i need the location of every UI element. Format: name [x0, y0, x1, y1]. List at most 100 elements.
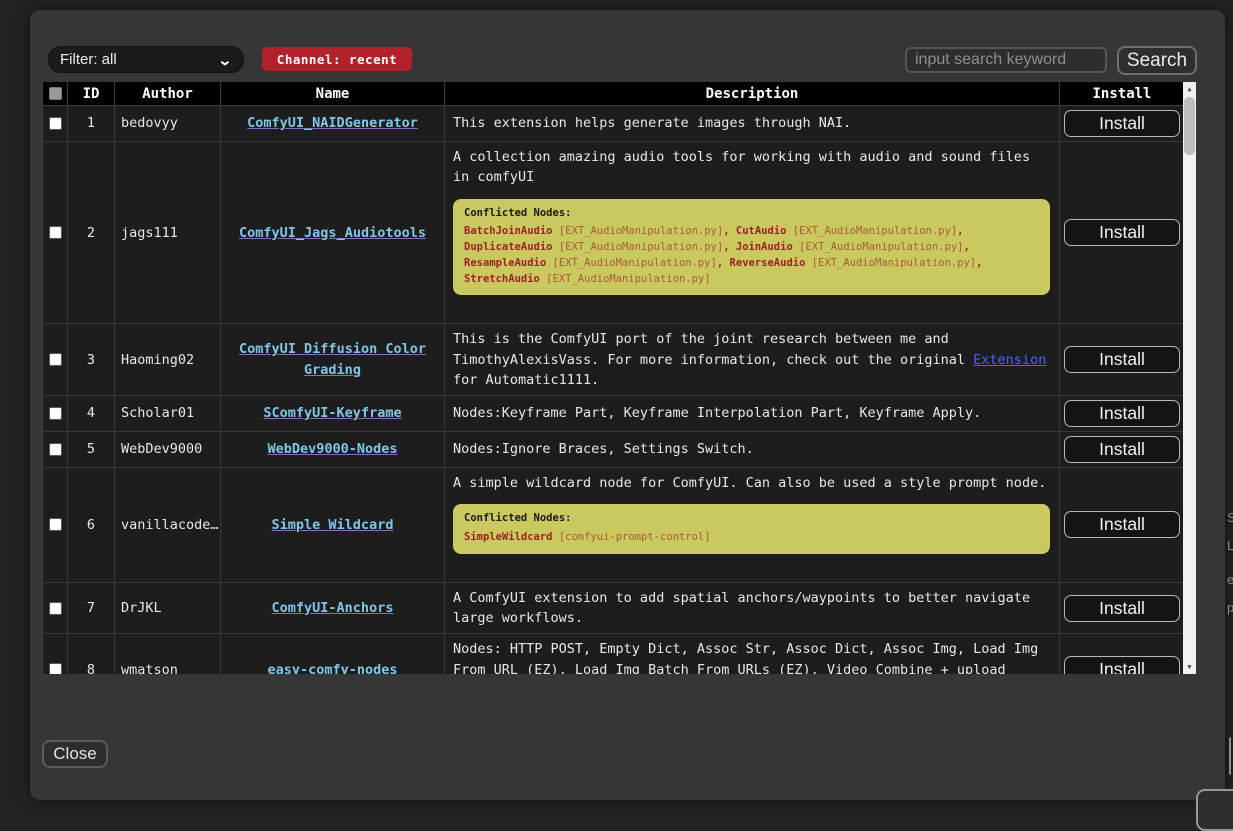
row-checkbox[interactable]	[49, 443, 62, 456]
description-text: This extension helps generate images thr…	[453, 113, 1051, 133]
description-text: Nodes:Ignore Braces, Settings Switch.	[453, 439, 1051, 459]
row-install-cell: Install	[1060, 106, 1184, 142]
row-description: A collection amazing audio tools for wor…	[445, 142, 1060, 324]
conflicted-nodes-list: SimpleWildcard [comfyui-prompt-control]	[464, 530, 1039, 546]
row-checkbox-cell	[43, 468, 68, 583]
row-name-cell: ComfyUI-Anchors	[221, 583, 445, 635]
extension-name-link[interactable]: SComfyUI-Keyframe	[263, 403, 401, 423]
row-checkbox[interactable]	[49, 518, 62, 531]
install-button[interactable]: Install	[1064, 110, 1180, 137]
row-author: bedovyy	[115, 106, 221, 142]
extension-name-link[interactable]: ComfyUI_Jags_Audiotools	[239, 223, 426, 243]
row-install-cell: Install	[1060, 432, 1184, 468]
row-checkbox-cell	[43, 396, 68, 432]
row-id: 5	[68, 432, 115, 468]
row-checkbox[interactable]	[49, 353, 62, 366]
select-all-checkbox[interactable]	[49, 87, 62, 100]
channel-badge[interactable]: Channel: recent	[262, 47, 412, 71]
row-author: DrJKL	[115, 583, 221, 635]
background-partial-button	[1196, 789, 1233, 831]
extension-name-link[interactable]: ComfyUI_NAIDGenerator	[247, 113, 418, 133]
description-text: A collection amazing audio tools for wor…	[453, 147, 1051, 188]
row-id: 3	[68, 324, 115, 396]
install-button[interactable]: Install	[1064, 346, 1180, 373]
description-text: This is the ComfyUI port of the joint re…	[453, 329, 1051, 390]
search-button[interactable]: Search	[1117, 46, 1197, 75]
description-text: Nodes: HTTP POST, Empty Dict, Assoc Str,…	[453, 639, 1051, 674]
row-checkbox[interactable]	[49, 602, 62, 615]
row-checkbox[interactable]	[49, 663, 62, 674]
background-edge-glyph: S	[1227, 510, 1233, 525]
header-install: Install	[1060, 82, 1184, 106]
install-button[interactable]: Install	[1064, 511, 1180, 538]
row-id: 6	[68, 468, 115, 583]
row-id: 2	[68, 142, 115, 324]
row-id: 1	[68, 106, 115, 142]
row-name-cell: ComfyUI_Jags_Audiotools	[221, 142, 445, 324]
row-description: Nodes:Keyframe Part, Keyframe Interpolat…	[445, 396, 1060, 432]
filter-dropdown-value: Filter: all	[60, 51, 117, 68]
row-description: Nodes: HTTP POST, Empty Dict, Assoc Str,…	[445, 634, 1060, 674]
header-checkbox-cell	[43, 82, 68, 106]
description-text: Nodes:Keyframe Part, Keyframe Interpolat…	[453, 403, 1051, 423]
row-name-cell: easy-comfy-nodes	[221, 634, 445, 674]
extension-name-link[interactable]: Simple Wildcard	[272, 515, 394, 535]
row-author: vanillacode…	[115, 468, 221, 583]
row-checkbox[interactable]	[49, 117, 62, 130]
row-description: This extension helps generate images thr…	[445, 106, 1060, 142]
table-scrollbar[interactable]: ▲ ▼	[1183, 82, 1196, 674]
search-input[interactable]	[905, 47, 1107, 73]
row-checkbox-cell	[43, 324, 68, 396]
extension-name-link[interactable]: ComfyUI Diffusion Color Grading	[225, 339, 440, 380]
row-author: wmatson	[115, 634, 221, 674]
conflicted-nodes-title: Conflicted Nodes:	[464, 206, 1039, 222]
install-button[interactable]: Install	[1064, 656, 1180, 674]
row-install-cell: Install	[1060, 396, 1184, 432]
row-id: 4	[68, 396, 115, 432]
row-description: A simple wildcard node for ComfyUI. Can …	[445, 468, 1060, 583]
row-install-cell: Install	[1060, 634, 1184, 674]
extension-name-link[interactable]: ComfyUI-Anchors	[272, 598, 394, 618]
conflicted-nodes-box: Conflicted Nodes: SimpleWildcard [comfyui…	[453, 504, 1050, 554]
row-description: This is the ComfyUI port of the joint re…	[445, 324, 1060, 396]
description-text: A simple wildcard node for ComfyUI. Can …	[453, 473, 1051, 493]
row-name-cell: ComfyUI_NAIDGenerator	[221, 106, 445, 142]
row-checkbox-cell	[43, 106, 68, 142]
row-checkbox-cell	[43, 634, 68, 674]
scrollbar-thumb[interactable]	[1184, 97, 1195, 155]
row-description: Nodes:Ignore Braces, Settings Switch.	[445, 432, 1060, 468]
install-button[interactable]: Install	[1064, 400, 1180, 427]
description-link[interactable]: Extension	[973, 352, 1046, 368]
filter-dropdown[interactable]: Filter: all ⌄	[48, 46, 244, 73]
row-id: 8	[68, 634, 115, 674]
extension-name-link[interactable]: WebDev9000-Nodes	[267, 439, 397, 459]
background-edge-glyph: p	[1227, 600, 1233, 615]
background-window-fragment	[1229, 737, 1233, 775]
row-install-cell: Install	[1060, 583, 1184, 635]
background-edge-glyph: L	[1227, 538, 1233, 553]
row-author: Scholar01	[115, 396, 221, 432]
row-description: A ComfyUI extension to add spatial ancho…	[445, 583, 1060, 635]
row-name-cell: SComfyUI-Keyframe	[221, 396, 445, 432]
row-checkbox[interactable]	[49, 407, 62, 420]
conflicted-nodes-title: Conflicted Nodes:	[464, 511, 1039, 527]
row-install-cell: Install	[1060, 324, 1184, 396]
background-edge-glyph: e	[1227, 572, 1233, 587]
install-button[interactable]: Install	[1064, 436, 1180, 463]
row-install-cell: Install	[1060, 142, 1184, 324]
close-button[interactable]: Close	[42, 740, 108, 768]
row-author: Haoming02	[115, 324, 221, 396]
header-name: Name	[221, 82, 445, 106]
row-author: WebDev9000	[115, 432, 221, 468]
scroll-up-icon[interactable]: ▲	[1183, 82, 1196, 96]
row-name-cell: ComfyUI Diffusion Color Grading	[221, 324, 445, 396]
row-checkbox-cell	[43, 432, 68, 468]
extension-name-link[interactable]: easy-comfy-nodes	[267, 660, 397, 675]
row-checkbox-cell	[43, 583, 68, 635]
scroll-down-icon[interactable]: ▼	[1183, 660, 1196, 674]
install-button[interactable]: Install	[1064, 595, 1180, 622]
install-button[interactable]: Install	[1064, 219, 1180, 246]
row-author: jags111	[115, 142, 221, 324]
row-checkbox[interactable]	[49, 226, 62, 239]
row-name-cell: WebDev9000-Nodes	[221, 432, 445, 468]
